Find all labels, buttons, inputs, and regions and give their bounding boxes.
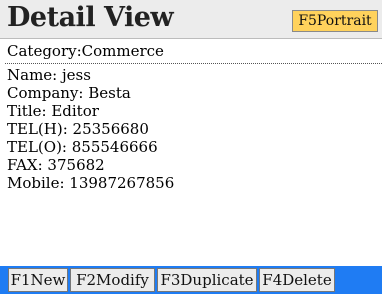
detail-office-telephone: TEL(O): 855546666 (7, 138, 158, 156)
detail-name: Name: jess (7, 66, 91, 84)
detail-home-telephone: TEL(H): 25356680 (7, 120, 149, 138)
header-bar: Detail View F5Portrait (0, 0, 382, 39)
duplicate-button[interactable]: F3Duplicate (157, 268, 257, 292)
dotted-separator (5, 63, 382, 64)
detail-view-screen: Detail View F5Portrait Category:Commerce… (0, 0, 382, 294)
new-button[interactable]: F1New (8, 268, 68, 292)
detail-title: Title: Editor (7, 102, 99, 120)
contact-details: Name: jess Company: Besta Title: Editor … (7, 66, 367, 192)
delete-button[interactable]: F4Delete (259, 268, 335, 292)
detail-fax: FAX: 375682 (7, 156, 105, 174)
page-title: Detail View (7, 2, 174, 33)
function-key-toolbar: F1New F2Modify F3Duplicate F4Delete (0, 266, 382, 294)
portrait-button[interactable]: F5Portrait (292, 10, 378, 32)
modify-button[interactable]: F2Modify (70, 268, 155, 292)
detail-mobile: Mobile: 13987267856 (7, 174, 175, 192)
category-label: Category:Commerce (7, 42, 164, 60)
detail-company: Company: Besta (7, 84, 131, 102)
